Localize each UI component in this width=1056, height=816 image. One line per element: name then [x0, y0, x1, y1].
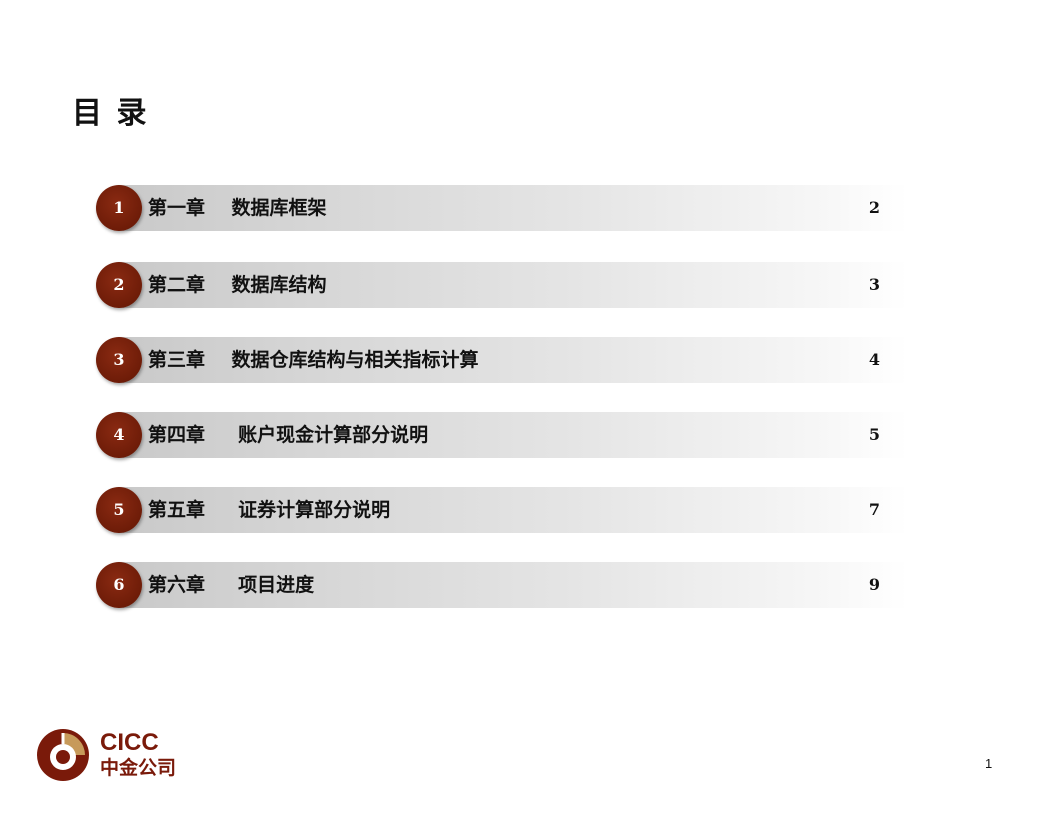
- cicc-logo-icon: [37, 729, 89, 781]
- toc-item-6[interactable]: 6 第六章 项目进度 9: [96, 562, 908, 608]
- toc-number-badge: 4: [96, 412, 142, 458]
- toc-item-4[interactable]: 4 第四章 账户现金计算部分说明 5: [96, 412, 908, 458]
- toc-label: 第一章 数据库框架: [148, 197, 327, 219]
- toc-number-badge: 3: [96, 337, 142, 383]
- cicc-logo: CICC 中金公司: [36, 728, 196, 784]
- toc-label: 第三章 数据仓库结构与相关指标计算: [148, 349, 479, 371]
- toc-item-5[interactable]: 5 第五章 证券计算部分说明 7: [96, 487, 908, 533]
- page-title: 目 录: [72, 96, 149, 131]
- toc-page-number: 3: [868, 275, 880, 294]
- toc-label: 第四章 账户现金计算部分说明: [148, 424, 429, 446]
- logo-text-cn: 中金公司: [100, 757, 177, 779]
- toc-page-number: 2: [868, 198, 880, 217]
- slide-page-number: 1: [985, 756, 993, 771]
- toc-page-number: 7: [868, 500, 880, 519]
- toc-page-number: 9: [868, 575, 880, 594]
- logo-text-en: CICC: [100, 729, 159, 756]
- toc-number-badge: 2: [96, 262, 142, 308]
- toc-label: 第六章 项目进度: [148, 574, 315, 596]
- toc-page-number: 4: [868, 350, 880, 369]
- toc-page-number: 5: [868, 425, 880, 444]
- toc-label: 第二章 数据库结构: [148, 274, 327, 296]
- toc-item-1[interactable]: 1 第一章 数据库框架 2: [96, 185, 908, 231]
- toc-item-3[interactable]: 3 第三章 数据仓库结构与相关指标计算 4: [96, 337, 908, 383]
- toc-label: 第五章 证券计算部分说明: [148, 499, 391, 521]
- toc-number-badge: 6: [96, 562, 142, 608]
- toc-item-2[interactable]: 2 第二章 数据库结构 3: [96, 262, 908, 308]
- toc-number-badge: 5: [96, 487, 142, 533]
- toc-number-badge: 1: [96, 185, 142, 231]
